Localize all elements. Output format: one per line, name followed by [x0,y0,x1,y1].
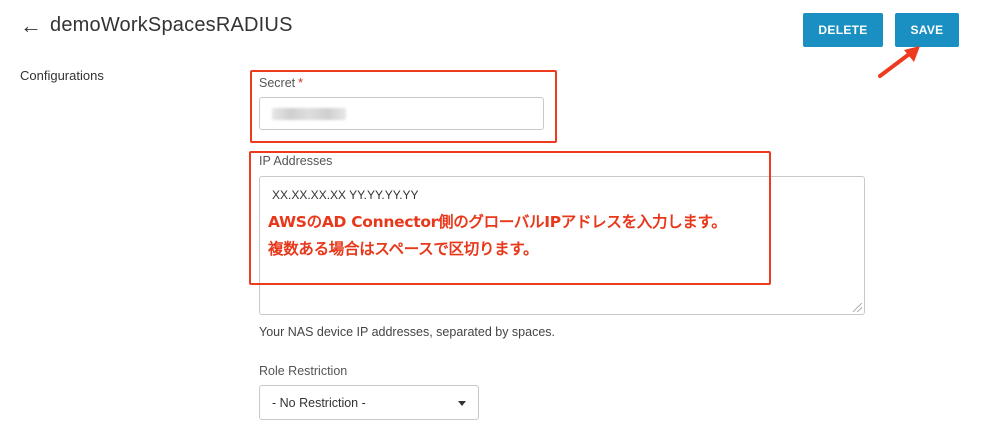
chevron-down-icon [458,401,466,406]
resize-handle-icon[interactable] [853,303,862,312]
arrow-left-icon[interactable]: ← [20,14,42,37]
annotation-arrow-icon [878,46,920,78]
annotation-box-secret [250,70,557,143]
page-header: ← demoWorkSpacesRADIUS [20,14,293,37]
role-restriction-select[interactable]: - No Restriction - [259,385,479,420]
annotation-note-line1: AWSのAD Connector側のグローバルIPアドレスを入力します。 [268,213,727,231]
ip-addresses-help: Your NAS device IP addresses, separated … [259,325,556,339]
role-restriction-label: Role Restriction [259,364,348,378]
page-title: demoWorkSpacesRADIUS [50,14,293,36]
section-label-configurations: Configurations [20,68,104,83]
annotation-note-line2: 複数ある場合はスペースで区切ります。 [268,240,539,258]
role-restriction-value: - No Restriction - [272,396,366,410]
delete-button[interactable]: DELETE [803,13,883,47]
